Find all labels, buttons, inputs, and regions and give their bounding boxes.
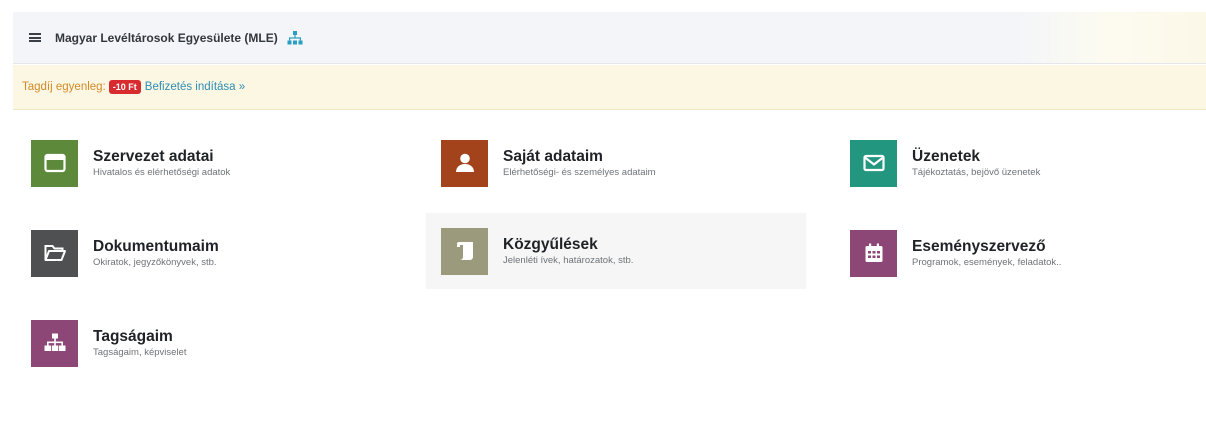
top-bar: Magyar Levéltárosok Egyesülete (MLE)	[13, 12, 1206, 64]
tile-event-organizer[interactable]: Eseményszervező Programok, események, fe…	[832, 215, 1206, 291]
window-icon	[31, 139, 78, 187]
tile-title: Eseményszervező	[912, 237, 1046, 255]
tile-organization-data[interactable]: Szervezet adatai Hivatalos és elérhetősé…	[13, 125, 393, 201]
tile-subtitle: Hivatalos és elérhetőségi adatok	[93, 166, 231, 178]
tile-title: Tagságaim	[93, 327, 173, 345]
envelope-icon	[850, 139, 897, 187]
tile-title: Dokumentumaim	[93, 237, 219, 255]
organization-title: Magyar Levéltárosok Egyesülete (MLE)	[55, 30, 278, 45]
membership-fee-alert: Tagdíj egyenleg: -10 Ft Befizetés indítá…	[13, 65, 1206, 110]
tile-title: Üzenetek	[912, 147, 981, 165]
sitemap-icon	[31, 319, 78, 367]
tile-subtitle: Okiratok, jegyzőkönyvek, stb.	[93, 256, 217, 268]
tile-subtitle: Tagságaim, képviselet	[93, 346, 187, 358]
tile-subtitle: Programok, események, feladatok..	[912, 256, 1062, 268]
tile-messages[interactable]: Üzenetek Tájékoztatás, bejövő üzenetek	[832, 125, 1206, 201]
balance-badge: -10 Ft	[108, 80, 141, 94]
fee-balance-label: Tagdíj egyenleg:	[22, 81, 106, 93]
tile-general-meetings[interactable]: Közgyűlések Jelenléti ívek, határozatok,…	[426, 213, 806, 289]
tile-title: Saját adataim	[503, 147, 603, 165]
tile-subtitle: Elérhetőségi- és személyes adataim	[503, 166, 656, 178]
scroll-icon	[441, 227, 488, 275]
tile-my-data[interactable]: Saját adataim Elérhetőségi- és személyes…	[423, 125, 803, 201]
start-payment-link[interactable]: Befizetés indítása »	[145, 81, 245, 93]
calendar-icon	[850, 229, 897, 277]
hamburger-icon[interactable]	[29, 33, 41, 42]
tile-subtitle: Jelenléti ívek, határozatok, stb.	[503, 254, 634, 266]
sitemap-icon[interactable]	[287, 30, 303, 45]
tile-title: Közgyűlések	[503, 235, 598, 253]
user-icon	[441, 139, 488, 187]
tile-title: Szervezet adatai	[93, 147, 214, 165]
tile-documents[interactable]: Dokumentumaim Okiratok, jegyzőkönyvek, s…	[13, 215, 393, 291]
tile-subtitle: Tájékoztatás, bejövő üzenetek	[912, 166, 1041, 178]
tile-memberships[interactable]: Tagságaim Tagságaim, képviselet	[13, 305, 393, 381]
folder-open-icon	[31, 229, 78, 277]
